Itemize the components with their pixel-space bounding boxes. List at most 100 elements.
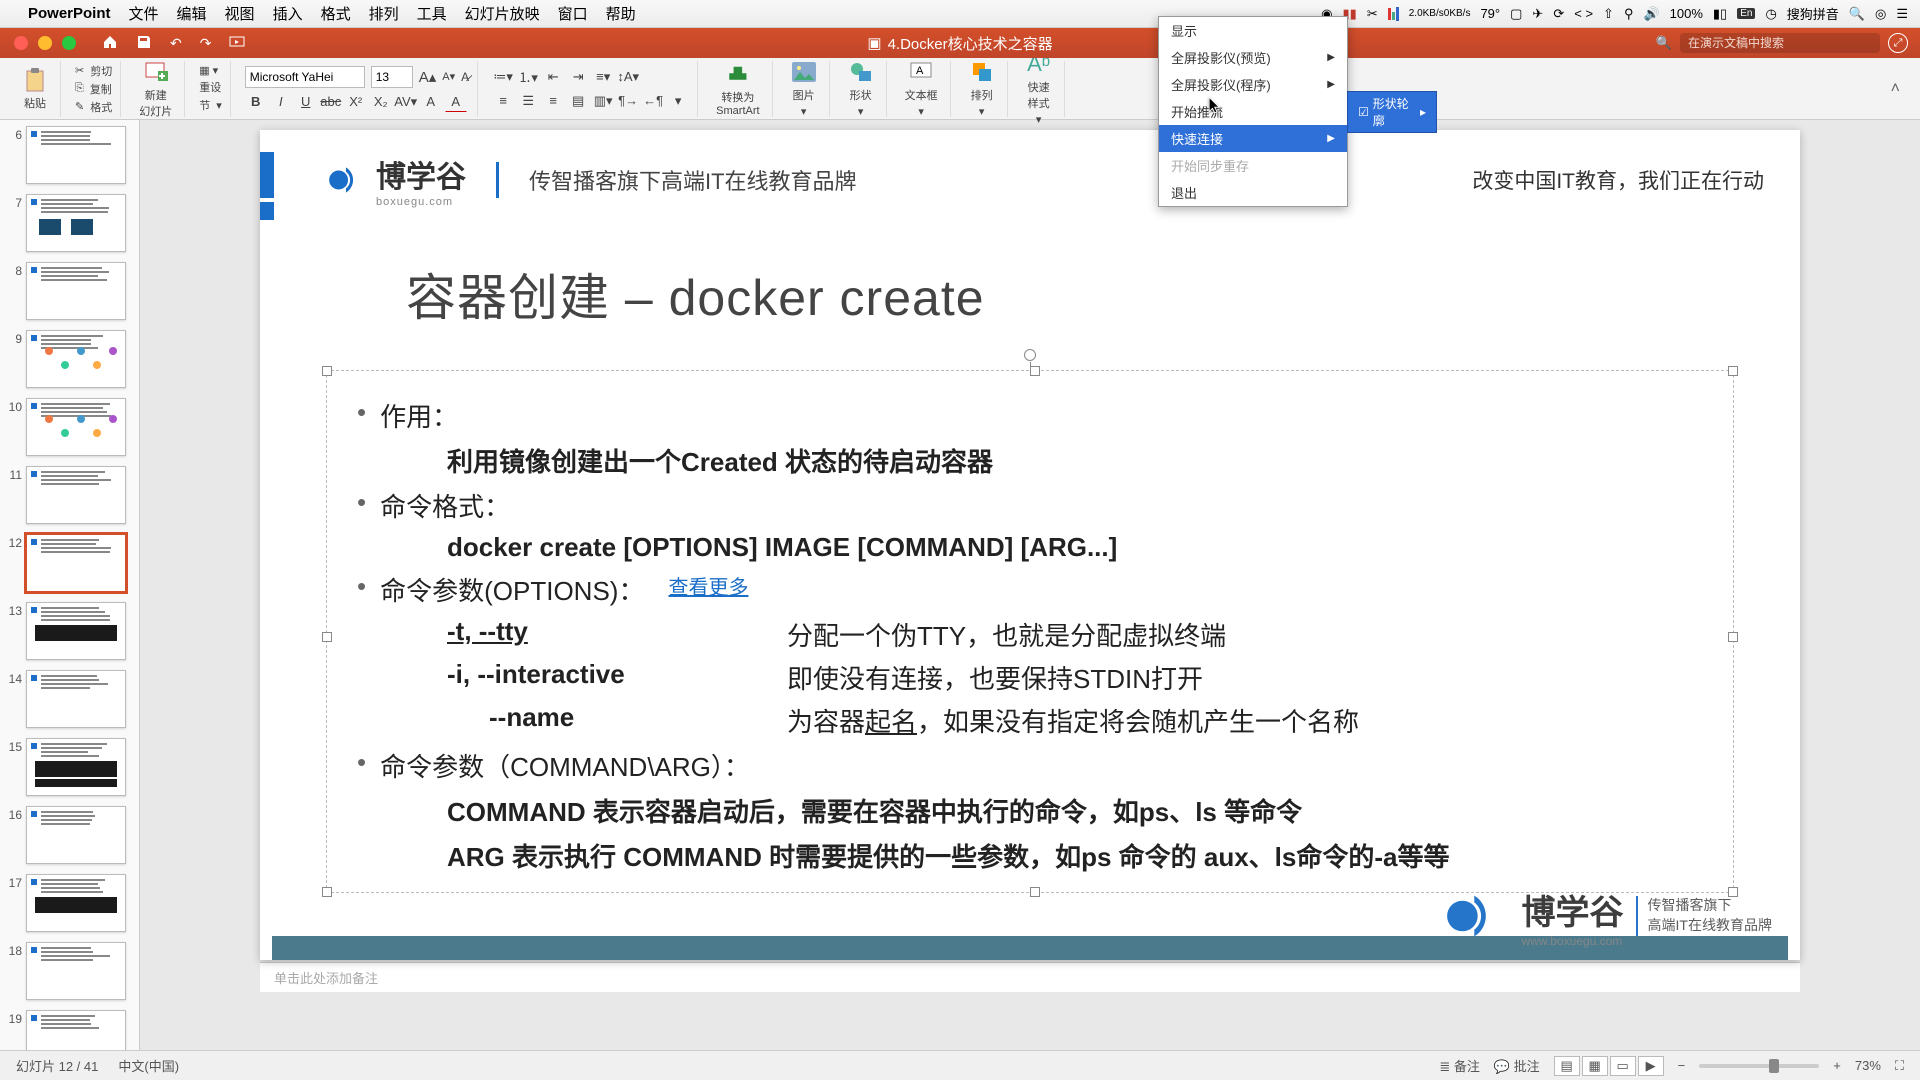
thumbnail-slide-19[interactable]: 19: [4, 1010, 135, 1050]
wifi-icon[interactable]: ⚲: [1624, 6, 1634, 22]
fit-window-button[interactable]: ⛶: [1895, 1058, 1904, 1074]
rtl-button[interactable]: ←¶: [642, 91, 664, 111]
ime-label[interactable]: 搜狗拼音: [1787, 4, 1839, 23]
font-size-combo[interactable]: [371, 66, 413, 88]
thumbnail-slide-12[interactable]: 12: [4, 534, 135, 592]
resize-handle-bc[interactable]: [1030, 887, 1040, 897]
resize-handle-bl[interactable]: [322, 887, 332, 897]
bullets-button[interactable]: ≔▾: [492, 67, 514, 87]
lang-icon[interactable]: En: [1737, 8, 1755, 19]
cm-exit[interactable]: 退出: [1159, 179, 1347, 206]
zoom-in-button[interactable]: +: [1833, 1058, 1841, 1073]
align-center-button[interactable]: ☰: [517, 91, 539, 111]
arrange-button[interactable]: 排列▾: [965, 57, 999, 120]
copy-button[interactable]: ⎘复制: [75, 81, 112, 97]
section-button[interactable]: 节 ▾: [199, 97, 222, 113]
thumbnail-slide-14[interactable]: 14: [4, 670, 135, 728]
menu-window[interactable]: 窗口: [558, 3, 588, 24]
smartart-button[interactable]: ▟▙转换为 SmartArt: [712, 59, 763, 119]
clear-format-button[interactable]: A̷: [461, 70, 469, 84]
menu-edit[interactable]: 编辑: [177, 3, 207, 24]
resize-handle-tr[interactable]: [1728, 366, 1738, 376]
link-more[interactable]: 查看更多: [668, 571, 748, 608]
thumbnail-slide-16[interactable]: 16: [4, 806, 135, 864]
compass-icon[interactable]: ✈: [1532, 6, 1543, 22]
thumbnail-slide-7[interactable]: 7: [4, 194, 135, 252]
undo-icon[interactable]: ↶: [170, 35, 182, 52]
slide-thumbnails-panel[interactable]: 6 7 8 9 10 11 12 13 14 15 16 17 18 19: [0, 120, 140, 1050]
menu-insert[interactable]: 插入: [273, 3, 303, 24]
redo-icon[interactable]: ↷: [200, 35, 212, 52]
language-indicator[interactable]: 中文(中国): [118, 1056, 179, 1075]
thumbnail-slide-6[interactable]: 6: [4, 126, 135, 184]
resize-handle-mr[interactable]: [1728, 632, 1738, 642]
siri-icon[interactable]: ◎: [1875, 6, 1886, 22]
highlight-button[interactable]: A: [420, 92, 442, 112]
normal-view-button[interactable]: ▤: [1554, 1056, 1580, 1076]
code-icon[interactable]: < >: [1574, 6, 1593, 21]
menu-arrange[interactable]: 排列: [369, 3, 399, 24]
justify-button[interactable]: ▤: [567, 91, 589, 111]
reading-view-button[interactable]: ▭: [1610, 1056, 1636, 1076]
menu-tools[interactable]: 工具: [417, 3, 447, 24]
collapse-ribbon-button[interactable]: ˄: [1881, 80, 1910, 98]
zoom-slider[interactable]: [1699, 1064, 1819, 1068]
cut-button[interactable]: ✂剪切: [75, 63, 112, 79]
indent-right-button[interactable]: ⇥: [567, 67, 589, 87]
quick-styles-button[interactable]: Aᵇ快速 样式▾: [1022, 49, 1056, 128]
cm-fullscreen-preview[interactable]: 全屏投影仪(预览)▶: [1159, 44, 1347, 71]
menu-file[interactable]: 文件: [129, 3, 159, 24]
thumbnail-slide-9[interactable]: 9: [4, 330, 135, 388]
textbox-button[interactable]: A文本框▾: [901, 57, 942, 120]
zoom-out-button[interactable]: −: [1678, 1058, 1686, 1073]
slideshow-view-button[interactable]: ▶: [1638, 1056, 1664, 1076]
thumbnail-slide-17[interactable]: 17: [4, 874, 135, 932]
comments-toggle[interactable]: 💬 批注: [1494, 1056, 1540, 1075]
rotate-handle[interactable]: [1024, 349, 1036, 361]
thumbnail-slide-18[interactable]: 18: [4, 942, 135, 1000]
app-name[interactable]: PowerPoint: [28, 5, 111, 22]
thumbnail-slide-13[interactable]: 13: [4, 602, 135, 660]
thumbnail-slide-15[interactable]: 15: [4, 738, 135, 796]
cm-submenu[interactable]: ☑形状轮廓▸: [1347, 91, 1437, 133]
maximize-window-button[interactable]: [62, 36, 76, 50]
new-slide-button[interactable]: 新建 幻灯片: [135, 57, 176, 121]
sorter-view-button[interactable]: ▦: [1582, 1056, 1608, 1076]
minimize-window-button[interactable]: [38, 36, 52, 50]
shapes-button[interactable]: 形状▾: [844, 57, 878, 120]
format-painter-button[interactable]: ✎格式: [75, 99, 112, 115]
menu-icon[interactable]: ☰: [1896, 6, 1908, 22]
superscript-button[interactable]: X²: [345, 92, 367, 112]
text-direction-button[interactable]: ↕A▾: [617, 67, 639, 87]
align-right-button[interactable]: ≡: [542, 91, 564, 111]
save-icon[interactable]: [136, 34, 152, 53]
battery-icon[interactable]: ▮▯: [1713, 6, 1727, 22]
menu-help[interactable]: 帮助: [606, 3, 636, 24]
scissors-icon[interactable]: ✂: [1367, 6, 1378, 22]
cm-fullscreen-program[interactable]: 全屏投影仪(程序)▶: [1159, 71, 1347, 98]
reset-button[interactable]: 重设: [199, 79, 222, 95]
cm-quick-connect[interactable]: 快速连接▶: [1159, 125, 1347, 152]
thumbnail-slide-8[interactable]: 8: [4, 262, 135, 320]
char-spacing-button[interactable]: AV▾: [395, 92, 417, 112]
menu-view[interactable]: 视图: [225, 3, 255, 24]
align-left-button[interactable]: ≡: [492, 91, 514, 111]
spotlight-icon[interactable]: 🔍: [1849, 6, 1865, 22]
monitor-icon[interactable]: ▢: [1510, 6, 1522, 22]
ltr-button[interactable]: ¶→: [617, 91, 639, 111]
underline-button[interactable]: U: [295, 92, 317, 112]
volume-icon[interactable]: 🔊: [1643, 6, 1659, 22]
notes-placeholder[interactable]: 单击此处添加备注: [260, 962, 1800, 992]
grow-font-button[interactable]: A▴: [419, 68, 437, 86]
align-text-button[interactable]: ▾: [667, 91, 689, 111]
notes-toggle[interactable]: ≣ 备注: [1439, 1056, 1480, 1075]
paste-button[interactable]: 粘贴: [18, 65, 52, 113]
slideshow-icon[interactable]: [229, 34, 245, 53]
menu-format[interactable]: 格式: [321, 3, 351, 24]
cm-start-stream[interactable]: 开始推流: [1159, 98, 1347, 125]
font-color-button[interactable]: A: [445, 92, 467, 112]
thumbnail-slide-11[interactable]: 11: [4, 466, 135, 524]
up-icon[interactable]: ⇧: [1603, 6, 1614, 22]
thumbnail-slide-10[interactable]: 10: [4, 398, 135, 456]
indent-left-button[interactable]: ⇤: [542, 67, 564, 87]
